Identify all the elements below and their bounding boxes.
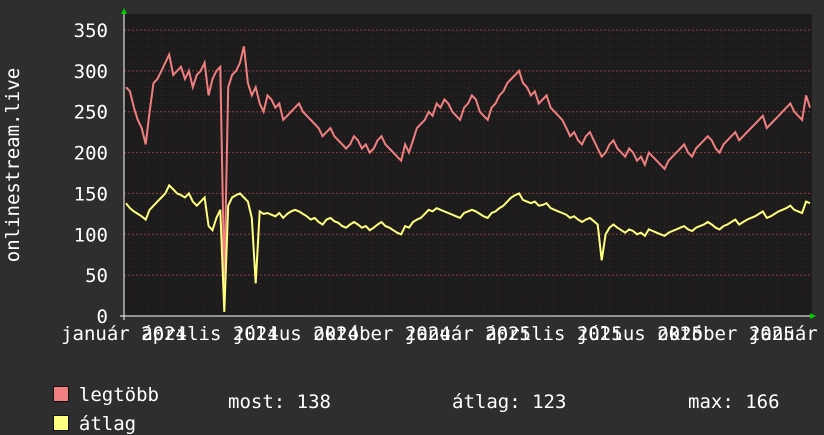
y-tick-label: 350 [74,20,108,42]
stat-max: max: 166 [688,391,780,413]
y-tick-label: 300 [74,61,108,83]
y-tick-label: 150 [74,183,108,205]
legend-label-atlag: átlag [78,413,137,435]
legend-item-atlag: átlag [30,391,136,435]
stat-most: most: 138 [228,391,331,413]
stat-atlag: átlag: 123 [452,391,567,413]
y-tick-label: 100 [74,224,108,246]
x-tick-labels: január 2024április 2024július 2024októbe… [61,323,824,345]
y-axis-arrow [121,8,127,14]
y-axis-label: onlinestream.live [2,68,24,262]
y-tick-label: 50 [85,265,108,287]
y-tick-labels: 050100150200250300350 [74,20,108,328]
x-axis-arrow [810,313,816,319]
legend-swatch-atlag [52,415,69,431]
y-tick-label: 200 [74,143,108,165]
y-tick-label: 250 [74,102,108,124]
x-tick-label: január 2026 [749,323,824,345]
